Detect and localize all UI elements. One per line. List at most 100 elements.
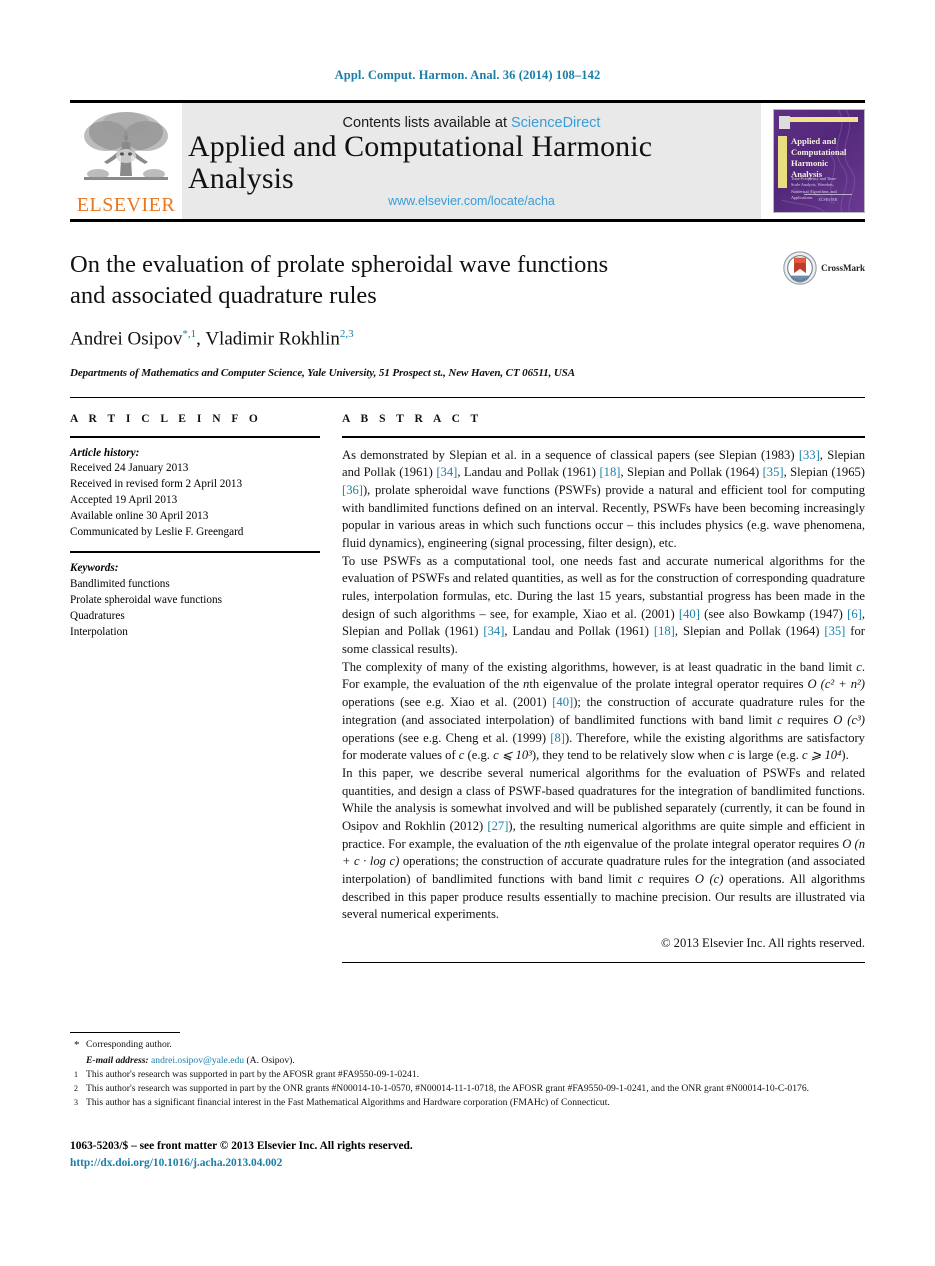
crossmark-label: CrossMark [821, 263, 865, 273]
affiliation: Departments of Mathematics and Computer … [70, 366, 575, 379]
journal-masthead: ELSEVIER Contents lists available at Sci… [70, 100, 865, 222]
abstract-text: is large (e.g. [733, 748, 802, 763]
abstract-text: , Slepian and Pollak (1964) [674, 624, 825, 639]
elsevier-tree-icon [84, 112, 168, 180]
history-item: Received in revised form 2 April 2013 [70, 478, 243, 491]
history-item: Received 24 January 2013 [70, 462, 189, 475]
cover-spine-band [778, 136, 787, 188]
math-expr: O (c² + n²) [807, 677, 865, 692]
citation-ref[interactable]: [35] [824, 624, 845, 638]
history-item: Communicated by Leslie F. Greengard [70, 526, 244, 539]
footnote-item: 1 This author's research was supported i… [70, 1068, 865, 1082]
math-expr: c ⩾ 10⁴ [802, 748, 842, 763]
author-name: Andrei Osipov [70, 328, 183, 350]
keyword-item: Interpolation [70, 625, 128, 638]
footnote-divider [70, 1032, 180, 1033]
abstract-text: requires [643, 872, 695, 887]
citation-ref[interactable]: [35] [763, 465, 784, 479]
citation-ref[interactable]: [40] [552, 695, 573, 709]
journal-band: Contents lists available at ScienceDirec… [182, 103, 761, 219]
article-info-rule [70, 435, 320, 438]
citation-ref[interactable]: [6] [847, 607, 862, 621]
footnotes: * Corresponding author. E-mail address: … [70, 1032, 865, 1110]
abstract-text: (see also Bowkamp (1947) [699, 606, 848, 621]
doi-link[interactable]: http://dx.doi.org/10.1016/j.acha.2013.04… [70, 1155, 413, 1172]
abstract-text: , Landau and Pollak (1961) [504, 624, 654, 639]
footnote-text: This author's research was supported in … [86, 1082, 810, 1094]
citation-ref[interactable]: [36] [342, 483, 363, 497]
elsevier-wordmark: ELSEVIER [76, 194, 176, 216]
citation-ref[interactable]: [34] [483, 624, 504, 638]
cover-footer: ELSEVIER [804, 194, 852, 202]
abstract-text: , Slepian and Pollak (1964) [620, 465, 763, 480]
abstract-text: , Slepian (1965) [783, 465, 865, 480]
keywords-group: Keywords: Bandlimited functions Prolate … [70, 561, 320, 641]
citation-ref[interactable]: [18] [654, 624, 675, 638]
contents-prefix: Contents lists available at [342, 115, 511, 131]
history-item: Accepted 19 April 2013 [70, 494, 178, 507]
sciencedirect-link[interactable]: ScienceDirect [511, 115, 600, 131]
article-history: Article history: Received 24 January 201… [70, 446, 320, 541]
history-item: Available online 30 April 2013 [70, 510, 209, 523]
info-abstract-columns: A R T I C L E I N F O Article history: R… [70, 413, 865, 963]
keyword-item: Bandlimited functions [70, 577, 170, 590]
keywords-rule [70, 550, 320, 553]
running-head: Appl. Comput. Harmon. Anal. 36 (2014) 10… [334, 68, 601, 82]
abstract-text: , Landau and Pollak (1961) [457, 465, 600, 480]
contents-available-line: Contents lists available at ScienceDirec… [343, 115, 601, 131]
abstract-text: ), they tend to be relatively slow when [531, 748, 729, 763]
footnote-email-line: E-mail address: andrei.osipov@yale.edu (… [70, 1054, 865, 1068]
abstract-paragraph: The complexity of many of the existing a… [342, 659, 865, 765]
author-list: Andrei Osipov*,1, Vladimir Rokhlin2,3 [70, 328, 354, 350]
abstract-text: operations (see e.g. Xiao et al. (2001) [342, 695, 553, 710]
page-footer: 1063-5203/$ – see front matter © 2013 El… [70, 1138, 413, 1172]
footnote-mark: 1 [74, 1069, 78, 1079]
journal-cover-thumbnail[interactable]: Applied and Computational Harmonic Analy… [773, 109, 865, 213]
abstract-text: ), prolate spheroidal wave functions (PS… [342, 482, 865, 550]
title-divider [70, 396, 865, 398]
author-marks[interactable]: 2,3 [340, 328, 354, 340]
citation-ref[interactable]: [18] [599, 465, 620, 479]
footnote-mark: 2 [74, 1083, 78, 1093]
email-label: E-mail address: [86, 1054, 149, 1066]
abstract-heading: A B S T R A C T [342, 412, 483, 425]
citation-ref[interactable]: [33] [799, 448, 820, 462]
footnote-item: 2 This author's research was supported i… [70, 1082, 865, 1096]
abstract-text: th eigenvalue of the prolate integral op… [570, 836, 843, 851]
abstract-column: A B S T R A C T As demonstrated by Slepi… [342, 413, 865, 963]
abstract-bottom-rule [342, 961, 865, 963]
cover-title: Applied and Computational Harmonic Analy… [791, 136, 847, 179]
math-expr: c ⩽ 10³ [493, 748, 532, 763]
abstract-text: ). [841, 748, 849, 763]
article-info-heading: A R T I C L E I N F O [70, 412, 262, 425]
footnote-text: Corresponding author. [86, 1039, 172, 1050]
email-suffix: (A. Osipov). [244, 1054, 295, 1066]
issn-line: 1063-5203/$ – see front matter © 2013 El… [70, 1140, 413, 1152]
abstract-text: As demonstrated by Slepian et al. in a s… [342, 447, 799, 462]
footnote-text: This author's research was supported in … [86, 1068, 420, 1080]
citation-ref[interactable]: [8] [550, 731, 565, 745]
footnote-mark: * [74, 1039, 80, 1051]
citation-ref[interactable]: [40] [679, 607, 700, 621]
citation-ref[interactable]: [27] [487, 819, 508, 833]
keyword-item: Prolate spheroidal wave functions [70, 593, 222, 606]
abstract-body: As demonstrated by Slepian et al. in a s… [342, 447, 865, 953]
title-line-2: and associated quadrature rules [70, 282, 377, 310]
abstract-text: The complexity of many of the existing a… [342, 659, 857, 674]
title-block: On the evaluation of prolate spheroidal … [70, 249, 865, 379]
article-history-label: Article history: [70, 446, 140, 459]
abstract-text: operations (see e.g. Cheng et al. (1999) [342, 730, 551, 745]
article-info-column: A R T I C L E I N F O Article history: R… [70, 413, 320, 963]
email-link[interactable]: andrei.osipov@yale.edu [151, 1055, 244, 1066]
abstract-copyright: © 2013 Elsevier Inc. All rights reserved… [660, 936, 865, 951]
keywords-label: Keywords: [70, 561, 119, 574]
cover-emblem-icon [779, 116, 790, 129]
abstract-text: requires [782, 712, 834, 727]
author-marks[interactable]: *,1 [182, 328, 196, 340]
crossmark-badge-group[interactable]: CrossMark [783, 251, 865, 285]
citation-ref[interactable]: [34] [436, 465, 457, 479]
footnote-corresponding: * Corresponding author. [70, 1038, 865, 1054]
journal-url-link[interactable]: www.elsevier.com/locate/acha [388, 194, 555, 208]
crossmark-icon[interactable] [783, 251, 817, 285]
abstract-paragraph: To use PSWFs as a computational tool, on… [342, 553, 865, 659]
